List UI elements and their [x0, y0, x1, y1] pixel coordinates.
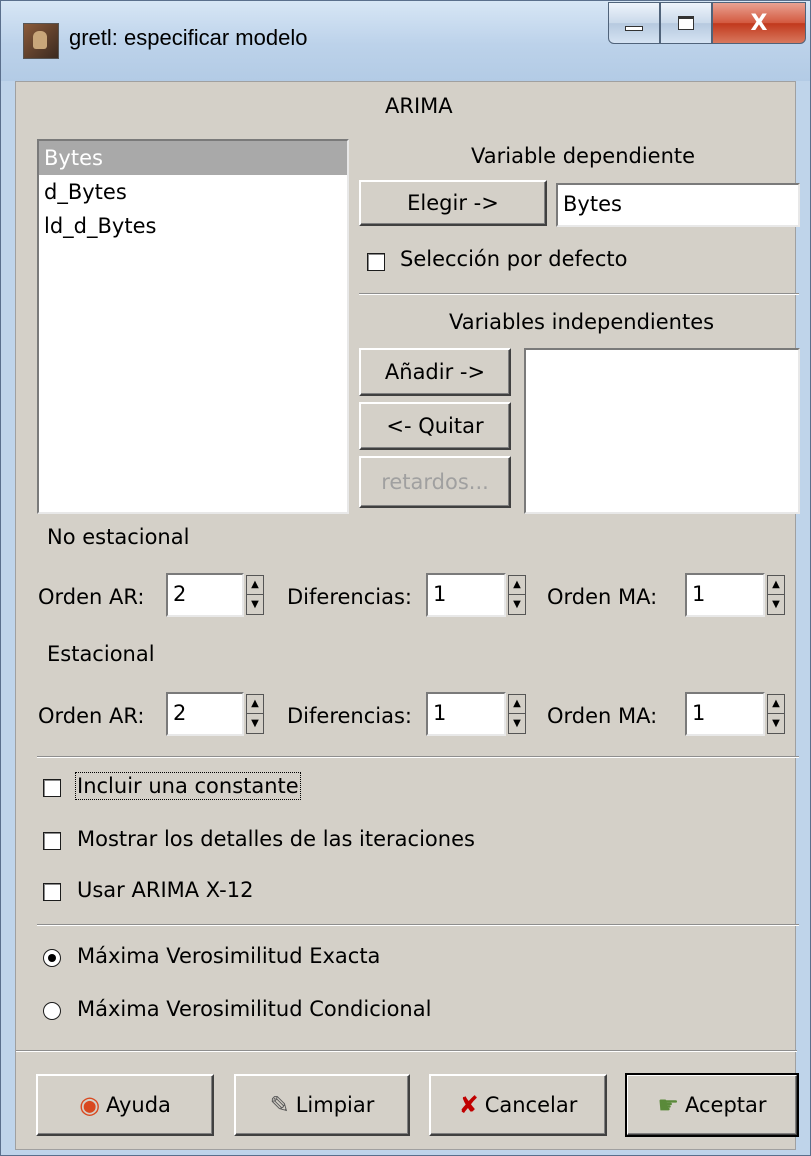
spinner-arrows[interactable]: ▲ ▼: [767, 575, 785, 615]
ns-ar-spinner[interactable]: 2 ▲ ▼: [166, 573, 266, 617]
dependent-variable-field[interactable]: Bytes: [556, 183, 800, 227]
divider: [37, 756, 799, 758]
ns-diff-label: Diferencias:: [287, 585, 412, 609]
spin-up-icon[interactable]: ▲: [247, 695, 263, 714]
dependent-variable-label: Variable dependiente: [471, 144, 696, 168]
accept-button-label: Aceptar: [684, 1093, 767, 1117]
spin-up-icon[interactable]: ▲: [768, 695, 784, 714]
ns-diff-value[interactable]: 1: [426, 573, 506, 617]
gretl-app-icon: [23, 23, 59, 59]
accept-button[interactable]: ☛ Aceptar: [625, 1073, 799, 1137]
spinner-arrows[interactable]: ▲ ▼: [508, 694, 526, 734]
lifebuoy-icon: ◉: [79, 1091, 101, 1119]
show-iterations-checkbox[interactable]: [43, 832, 61, 850]
divider: [359, 293, 799, 295]
spin-down-icon[interactable]: ▼: [768, 595, 784, 614]
spin-down-icon[interactable]: ▼: [247, 595, 263, 614]
help-button-label: Ayuda: [106, 1093, 171, 1117]
maximize-button[interactable]: [660, 2, 712, 44]
independent-variables-label: Variables independientes: [449, 310, 715, 334]
exact-ml-label: Máxima Verosimilitud Exacta: [77, 944, 381, 968]
ns-ma-value[interactable]: 1: [685, 573, 765, 617]
minimize-button[interactable]: [608, 2, 660, 44]
ns-ma-spinner[interactable]: 1 ▲ ▼: [685, 573, 787, 617]
maximize-icon: [678, 16, 694, 30]
default-selection-label: Selección por defecto: [400, 247, 628, 271]
conditional-ml-radio[interactable]: [43, 1002, 61, 1020]
s-ma-spinner[interactable]: 1 ▲ ▼: [685, 692, 787, 736]
s-diff-value[interactable]: 1: [426, 692, 506, 736]
broom-icon: ✎: [269, 1091, 290, 1119]
seasonal-heading: Estacional: [47, 642, 155, 666]
spin-up-icon[interactable]: ▲: [509, 576, 525, 595]
dialog-window: gretl: especificar modelo X ARIMA Bytes …: [0, 0, 811, 1156]
spin-up-icon[interactable]: ▲: [768, 576, 784, 595]
lags-button[interactable]: retardos...: [359, 456, 511, 508]
minimize-icon: [625, 25, 643, 31]
ns-ma-label: Orden MA:: [547, 585, 658, 609]
spin-up-icon[interactable]: ▲: [509, 695, 525, 714]
divider: [37, 924, 799, 926]
spin-up-icon[interactable]: ▲: [247, 576, 263, 595]
clear-button-label: Limpiar: [295, 1093, 375, 1117]
include-constant-checkbox[interactable]: [43, 779, 61, 797]
cancel-x-icon: ✘: [458, 1091, 479, 1119]
s-ma-value[interactable]: 1: [685, 692, 765, 736]
cancel-button[interactable]: ✘ Cancelar: [429, 1074, 607, 1136]
add-independent-button[interactable]: Añadir ->: [359, 348, 511, 396]
accept-hand-icon: ☛: [657, 1091, 679, 1119]
s-ar-spinner[interactable]: 2 ▲ ▼: [166, 692, 266, 736]
remove-independent-button[interactable]: <- Quitar: [359, 402, 511, 450]
spinner-arrows[interactable]: ▲ ▼: [767, 694, 785, 734]
include-constant-label: Incluir una constante: [75, 772, 301, 800]
default-selection-checkbox[interactable]: [367, 253, 385, 271]
help-button[interactable]: ◉ Ayuda: [36, 1074, 214, 1136]
title-bar[interactable]: gretl: especificar modelo X: [1, 1, 810, 81]
ns-ar-value[interactable]: 2: [166, 573, 244, 617]
non-seasonal-heading: No estacional: [47, 525, 190, 549]
ns-diff-spinner[interactable]: 1 ▲ ▼: [426, 573, 528, 617]
exact-ml-radio[interactable]: [43, 949, 61, 967]
ns-ar-label: Orden AR:: [38, 585, 145, 609]
show-iterations-label: Mostrar los detalles de las iteraciones: [77, 827, 475, 851]
variable-list[interactable]: Bytes d_Bytes ld_d_Bytes: [37, 139, 349, 514]
dialog-body: ARIMA Bytes d_Bytes ld_d_Bytes Variable …: [15, 81, 800, 1150]
spinner-arrows[interactable]: ▲ ▼: [246, 694, 264, 734]
caption-buttons: X: [608, 2, 808, 44]
dialog-heading: ARIMA: [385, 94, 453, 118]
s-diff-spinner[interactable]: 1 ▲ ▼: [426, 692, 528, 736]
spin-down-icon[interactable]: ▼: [509, 595, 525, 614]
list-item[interactable]: Bytes: [39, 141, 347, 175]
spin-down-icon[interactable]: ▼: [509, 714, 525, 733]
spinner-arrows[interactable]: ▲ ▼: [246, 575, 264, 615]
divider: [16, 1050, 797, 1052]
close-button[interactable]: X: [712, 2, 806, 44]
close-icon: X: [750, 10, 768, 36]
list-item[interactable]: d_Bytes: [39, 175, 347, 209]
conditional-ml-label: Máxima Verosimilitud Condicional: [77, 997, 432, 1021]
list-item[interactable]: ld_d_Bytes: [39, 209, 347, 243]
spin-down-icon[interactable]: ▼: [768, 714, 784, 733]
use-x12-checkbox[interactable]: [43, 883, 61, 901]
spinner-arrows[interactable]: ▲ ▼: [508, 575, 526, 615]
s-diff-label: Diferencias:: [287, 704, 412, 728]
spin-down-icon[interactable]: ▼: [247, 714, 263, 733]
choose-dependent-button[interactable]: Elegir ->: [359, 180, 547, 226]
cancel-button-label: Cancelar: [484, 1093, 578, 1117]
window-title: gretl: especificar modelo: [69, 25, 308, 50]
s-ma-label: Orden MA:: [547, 704, 658, 728]
s-ar-value[interactable]: 2: [166, 692, 244, 736]
s-ar-label: Orden AR:: [38, 704, 145, 728]
use-x12-label: Usar ARIMA X-12: [77, 878, 254, 902]
clear-button[interactable]: ✎ Limpiar: [234, 1074, 410, 1136]
independent-variables-list[interactable]: [524, 348, 800, 514]
